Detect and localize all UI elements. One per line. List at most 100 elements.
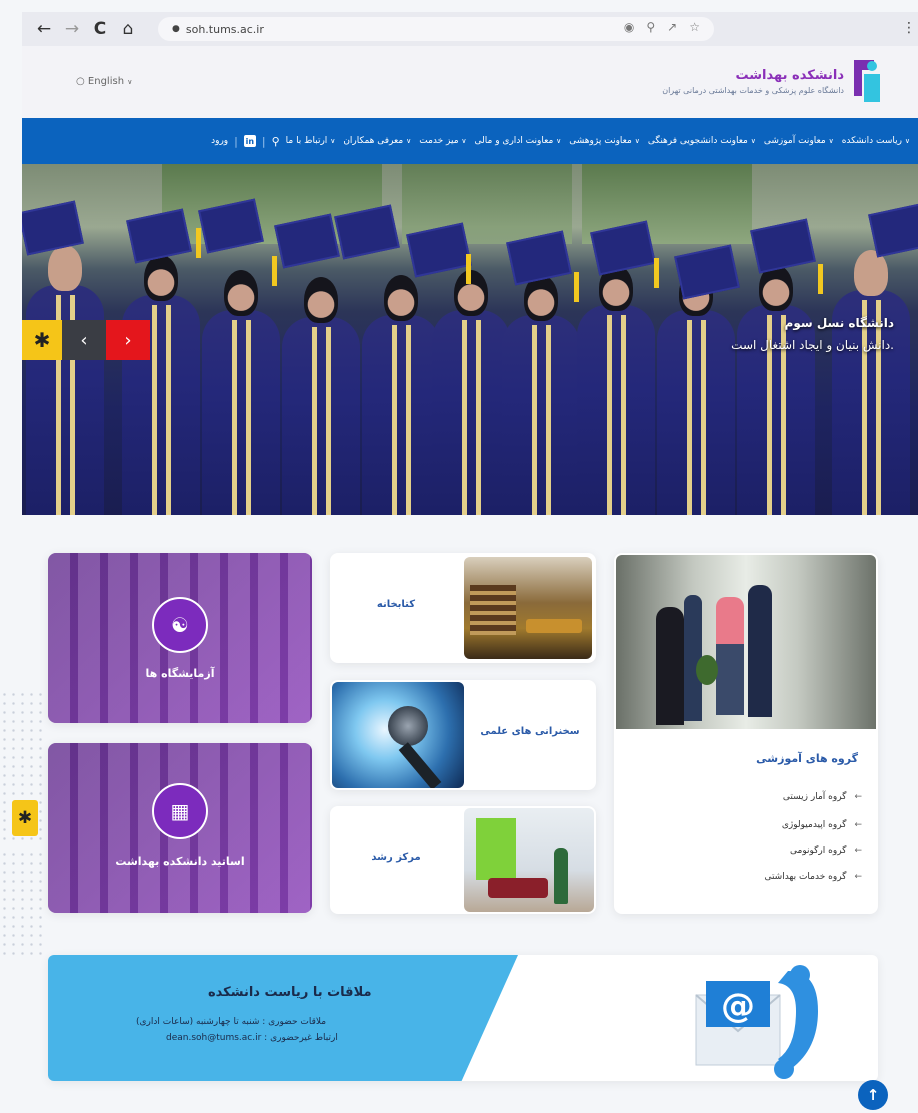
browser-menu-icon[interactable]: ⋮ (902, 20, 916, 36)
faculty-card[interactable]: ▦ اساتید دانشکده بهداشت (48, 743, 312, 913)
decorative-dots (0, 850, 44, 960)
chevron-down-icon: ∨ (750, 137, 756, 145)
sofa-shape (488, 878, 548, 898)
nav-item-colleagues[interactable]: معرفی همکاران ∨ (343, 136, 413, 146)
google-icon[interactable]: ◉ (624, 20, 634, 34)
growth-center-card[interactable]: مرکز رشد (330, 806, 596, 914)
plant-shape (696, 655, 718, 685)
accessibility-side-icon[interactable]: ✱ (12, 800, 38, 836)
labs-card-label: آزمایشگاه ها (145, 667, 215, 680)
banner-hours: ملاقات حضوری : شنبه تا چهارشنبه (ساعات ا… (136, 1017, 327, 1027)
url-text: soh.tums.ac.ir (185, 22, 264, 36)
cap-tassel (272, 256, 277, 286)
reading-table-shape (526, 619, 582, 633)
group-link-epidemiology[interactable]: گروه اپیدمیولوژی ← (782, 820, 862, 830)
graduation-cap (126, 208, 192, 264)
green-wall-shape (476, 818, 516, 880)
nav-item-service-desk[interactable]: میز خدمت ∨ (419, 136, 468, 146)
arrow-left-icon: ← (854, 792, 862, 802)
browser-toolbar: ← → C ⌂ ● soh.tums.ac.ir ◉ ⚲ ↗ ☆ ⋮ (22, 12, 918, 46)
chevron-down-icon: ∨ (904, 137, 910, 145)
nav-item-administration[interactable]: معاونت اداری و مالی ∨ (475, 136, 564, 146)
share-icon[interactable]: ↗ (667, 20, 677, 34)
banner-title: ملاقات با ریاست دانشکده (208, 985, 372, 1000)
chevron-down-icon: ∨ (634, 137, 640, 145)
lock-icon: ● (172, 24, 180, 34)
email-phone-icon: @ (695, 965, 818, 1079)
cap-tassel (196, 228, 201, 258)
library-card[interactable]: کتابخانه (330, 553, 596, 663)
graduate-figure (282, 277, 360, 515)
arrow-left-icon: ← (854, 846, 862, 856)
nav-item-education[interactable]: معاونت آموزشی ∨ (764, 136, 836, 146)
hero-slider[interactable]: دانشگاه نسل سوم دانش بنیان و ایجاد اشتغا… (22, 164, 918, 515)
back-icon[interactable]: ← (32, 17, 56, 41)
hero-caption: دانشگاه نسل سوم دانش بنیان و ایجاد اشتغا… (731, 316, 894, 352)
nav-item-student-affairs[interactable]: معاونت دانشجویی فرهنگی ∨ (648, 136, 758, 146)
chevron-down-icon: ∨ (461, 137, 467, 145)
graduate-figure (362, 275, 440, 515)
main-navigation: ریاست دانشکده ∨ معاونت آموزشی ∨ معاونت د… (22, 118, 918, 164)
library-photo (464, 557, 592, 659)
address-bar[interactable]: ● soh.tums.ac.ir ◉ ⚲ ↗ ☆ (158, 17, 714, 41)
school-logo-icon[interactable] (850, 56, 884, 106)
chevron-down-icon: ∨ (406, 137, 412, 145)
library-card-label: کتابخانه (376, 599, 416, 610)
language-label: English (87, 76, 125, 87)
nav-item-research[interactable]: معاونت پژوهشی ∨ (569, 136, 642, 146)
graduate-figure (202, 270, 280, 515)
growth-center-card-label: مرکز رشد (371, 852, 421, 863)
slider-controls: ✱ ‹ › (22, 320, 150, 360)
brand-title: دانشکده بهداشت (735, 68, 844, 83)
graduate-figure (577, 265, 655, 515)
meet-dean-banner[interactable]: ملاقات با ریاست دانشکده ملاقات حضوری : ش… (48, 955, 878, 1081)
forward-icon[interactable]: → (60, 17, 84, 41)
lectures-card[interactable]: سخنرانی های علمی (330, 680, 596, 790)
linkedin-icon[interactable]: in (243, 135, 256, 147)
chevron-down-icon: ∨ (127, 78, 133, 86)
search-icon[interactable]: ⚲ (272, 135, 280, 148)
home-icon[interactable]: ⌂ (116, 17, 140, 41)
slider-prev-button[interactable]: ‹ (62, 320, 106, 360)
accessibility-icon[interactable]: ✱ (22, 320, 62, 360)
site-header: ○ English ∨ دانشکده بهداشت دانشگاه علوم … (22, 46, 918, 118)
chevron-right-icon: › (124, 329, 132, 351)
person-shape (554, 848, 568, 904)
hero-caption-line2: دانش بنیان و ایجاد اشتغال است. (731, 338, 894, 352)
svg-text:@: @ (721, 986, 755, 1026)
group-link-biostatistics[interactable]: گروه آمار زیستی ← (783, 792, 862, 802)
microphone-handle (398, 742, 442, 788)
microphone-photo (332, 682, 464, 788)
bookshelf-shape (470, 585, 516, 635)
brand[interactable]: دانشکده بهداشت دانشگاه علوم پزشکی و خدما… (662, 68, 844, 95)
lectures-card-label: سخنرانی های علمی (480, 726, 580, 737)
faculty-card-label: اساتید دانشکده بهداشت (115, 855, 245, 868)
brand-subtitle: دانشگاه علوم پزشکی و خدمات بهداشتی درمان… (662, 86, 844, 95)
graduate-figure (502, 275, 580, 515)
student-figure (656, 607, 684, 725)
nav-item-dean[interactable]: ریاست دانشکده ∨ (842, 136, 912, 146)
scroll-to-top-button[interactable]: ↑ (858, 1080, 888, 1110)
login-link[interactable]: ورود (211, 136, 228, 146)
reload-icon[interactable]: C (88, 17, 112, 41)
growth-center-photo (464, 808, 594, 912)
hallway-photo (616, 555, 876, 729)
graduation-cap (868, 202, 918, 258)
slider-next-button[interactable]: › (106, 320, 150, 360)
zoom-icon[interactable]: ⚲ (646, 20, 655, 34)
url-bar-icons: ◉ ⚲ ↗ ☆ (624, 20, 700, 34)
labs-card[interactable]: ☯ آزمایشگاه ها (48, 553, 312, 723)
graduate-figure (657, 270, 735, 515)
nav-item-contact[interactable]: ارتباط با ما ∨ (286, 136, 338, 146)
graduation-cap (674, 244, 740, 300)
graduation-cap (22, 200, 84, 256)
language-switcher[interactable]: ○ English ∨ (76, 76, 132, 87)
lab-technician-icon: ☯ (152, 597, 208, 653)
cap-tassel (574, 272, 579, 302)
group-link-ergonomics[interactable]: گروه ارگونومی ← (790, 846, 862, 856)
group-link-health-services[interactable]: گروه خدمات بهداشتی ← (764, 872, 862, 882)
chevron-down-icon: ∨ (828, 137, 834, 145)
bookmark-star-icon[interactable]: ☆ (689, 20, 700, 34)
arrow-left-icon: ← (854, 820, 862, 830)
nav-divider: | (261, 134, 266, 148)
